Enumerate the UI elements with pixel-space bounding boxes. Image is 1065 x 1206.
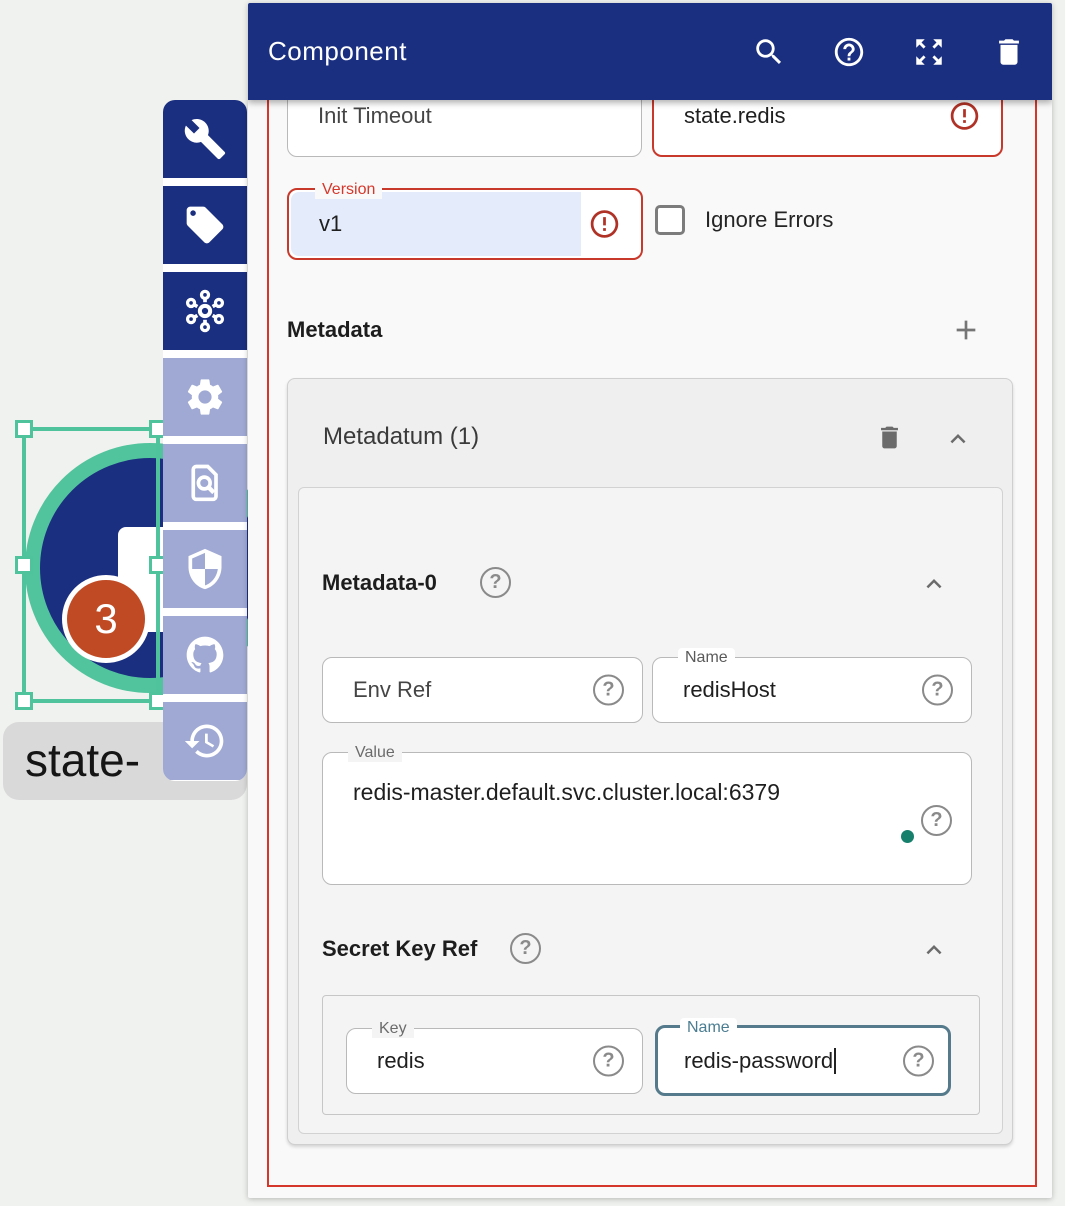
metadatum-card: Metadatum (1) Metadata-0 ? bbox=[287, 378, 1013, 1145]
search-button[interactable] bbox=[752, 35, 786, 69]
mesh-hub-icon bbox=[183, 289, 227, 333]
history-icon bbox=[183, 719, 227, 763]
help-icon[interactable]: ? bbox=[593, 675, 624, 706]
delete-component-button[interactable] bbox=[992, 35, 1026, 69]
wrench-icon bbox=[183, 117, 227, 161]
help-icon[interactable]: ? bbox=[922, 675, 953, 706]
ignore-errors-label: Ignore Errors bbox=[705, 207, 833, 233]
metadata-value-label: Value bbox=[348, 743, 402, 762]
component-config-panel: Init Timeout state.redis v1 Version Igno… bbox=[248, 3, 1052, 1198]
metadatum-title: Metadatum (1) bbox=[323, 423, 479, 451]
fullscreen-icon bbox=[912, 35, 946, 69]
selection-edge-bottom bbox=[24, 699, 158, 703]
help-icon[interactable]: ? bbox=[510, 933, 541, 964]
version-field[interactable]: v1 Version bbox=[287, 188, 643, 260]
trash-icon bbox=[875, 423, 904, 452]
collapse-metadata0-button[interactable] bbox=[919, 569, 949, 599]
version-label: Version bbox=[315, 180, 382, 199]
metadatum-body: Metadata-0 ? Env Ref ? Name redisHost ? bbox=[298, 487, 1003, 1134]
error-count-badge[interactable]: 3 bbox=[62, 575, 150, 663]
secret-key-ref-heading: Secret Key Ref bbox=[322, 936, 477, 962]
metadata0-heading: Metadata-0 bbox=[322, 570, 437, 596]
mesh-button[interactable] bbox=[163, 272, 247, 350]
panel-title: Component bbox=[268, 36, 407, 67]
github-icon bbox=[183, 633, 227, 677]
selection-edge-top bbox=[24, 427, 158, 431]
secret-name-label: Name bbox=[680, 1018, 737, 1037]
secret-name-value: redis-password bbox=[684, 1048, 833, 1074]
metadata-name-value: redisHost bbox=[683, 677, 776, 703]
plus-icon bbox=[950, 314, 982, 346]
chevron-up-icon bbox=[943, 424, 973, 454]
security-button[interactable] bbox=[163, 530, 247, 608]
chevron-up-icon bbox=[919, 935, 949, 965]
ignore-errors-checkbox[interactable] bbox=[655, 205, 685, 235]
history-button[interactable] bbox=[163, 702, 247, 780]
help-button[interactable] bbox=[832, 35, 866, 69]
doc-scan-icon bbox=[183, 461, 227, 505]
settings-button[interactable] bbox=[163, 358, 247, 436]
init-timeout-placeholder: Init Timeout bbox=[318, 103, 432, 129]
inspect-button[interactable] bbox=[163, 444, 247, 522]
text-cursor bbox=[834, 1048, 836, 1074]
delete-metadatum-button[interactable] bbox=[875, 423, 904, 452]
secret-key-field[interactable]: Key redis ? bbox=[346, 1028, 643, 1094]
secret-key-label: Key bbox=[372, 1019, 414, 1038]
help-icon[interactable]: ? bbox=[903, 1045, 934, 1076]
secret-key-ref-group: Key redis ? Name redis-password ? bbox=[322, 995, 980, 1115]
label-button[interactable] bbox=[163, 186, 247, 264]
error-icon bbox=[588, 208, 621, 241]
secret-name-field[interactable]: Name redis-password ? bbox=[655, 1025, 951, 1096]
fullscreen-button[interactable] bbox=[912, 35, 946, 69]
selection-handle-nw[interactable] bbox=[15, 420, 33, 438]
configure-button[interactable] bbox=[163, 100, 247, 178]
help-icon bbox=[832, 35, 866, 69]
metadata-name-label: Name bbox=[678, 648, 735, 667]
collapse-metadatum-button[interactable] bbox=[943, 424, 973, 454]
selection-handle-w[interactable] bbox=[15, 556, 33, 574]
help-icon[interactable]: ? bbox=[921, 805, 952, 836]
add-metadata-button[interactable] bbox=[950, 314, 982, 346]
help-icon[interactable]: ? bbox=[480, 567, 511, 598]
error-icon bbox=[948, 100, 981, 133]
shield-icon bbox=[183, 547, 227, 591]
chevron-up-icon bbox=[919, 569, 949, 599]
env-ref-placeholder: Env Ref bbox=[353, 677, 431, 703]
help-icon[interactable]: ? bbox=[593, 1046, 624, 1077]
trash-icon bbox=[992, 35, 1026, 69]
metadata-value-text: redis-master.default.svc.cluster.local:6… bbox=[353, 779, 780, 806]
type-value: state.redis bbox=[684, 103, 786, 129]
metadata-heading: Metadata bbox=[287, 317, 382, 343]
panel-header: Component bbox=[248, 3, 1052, 100]
secret-key-value: redis bbox=[377, 1048, 425, 1074]
env-ref-field[interactable]: Env Ref ? bbox=[322, 657, 643, 723]
badge-count: 3 bbox=[94, 595, 117, 643]
tag-icon bbox=[183, 203, 227, 247]
source-button[interactable] bbox=[163, 616, 247, 694]
metadata-value-field[interactable]: Value redis-master.default.svc.cluster.l… bbox=[322, 752, 972, 885]
search-icon bbox=[752, 35, 786, 69]
node-action-toolbar bbox=[163, 100, 247, 781]
gear-icon bbox=[183, 375, 227, 419]
version-value: v1 bbox=[319, 211, 342, 237]
selection-handle-sw[interactable] bbox=[15, 692, 33, 710]
metadata-name-field[interactable]: Name redisHost ? bbox=[652, 657, 972, 723]
drag-handle-dot[interactable] bbox=[901, 830, 914, 843]
collapse-secret-key-ref-button[interactable] bbox=[919, 935, 949, 965]
